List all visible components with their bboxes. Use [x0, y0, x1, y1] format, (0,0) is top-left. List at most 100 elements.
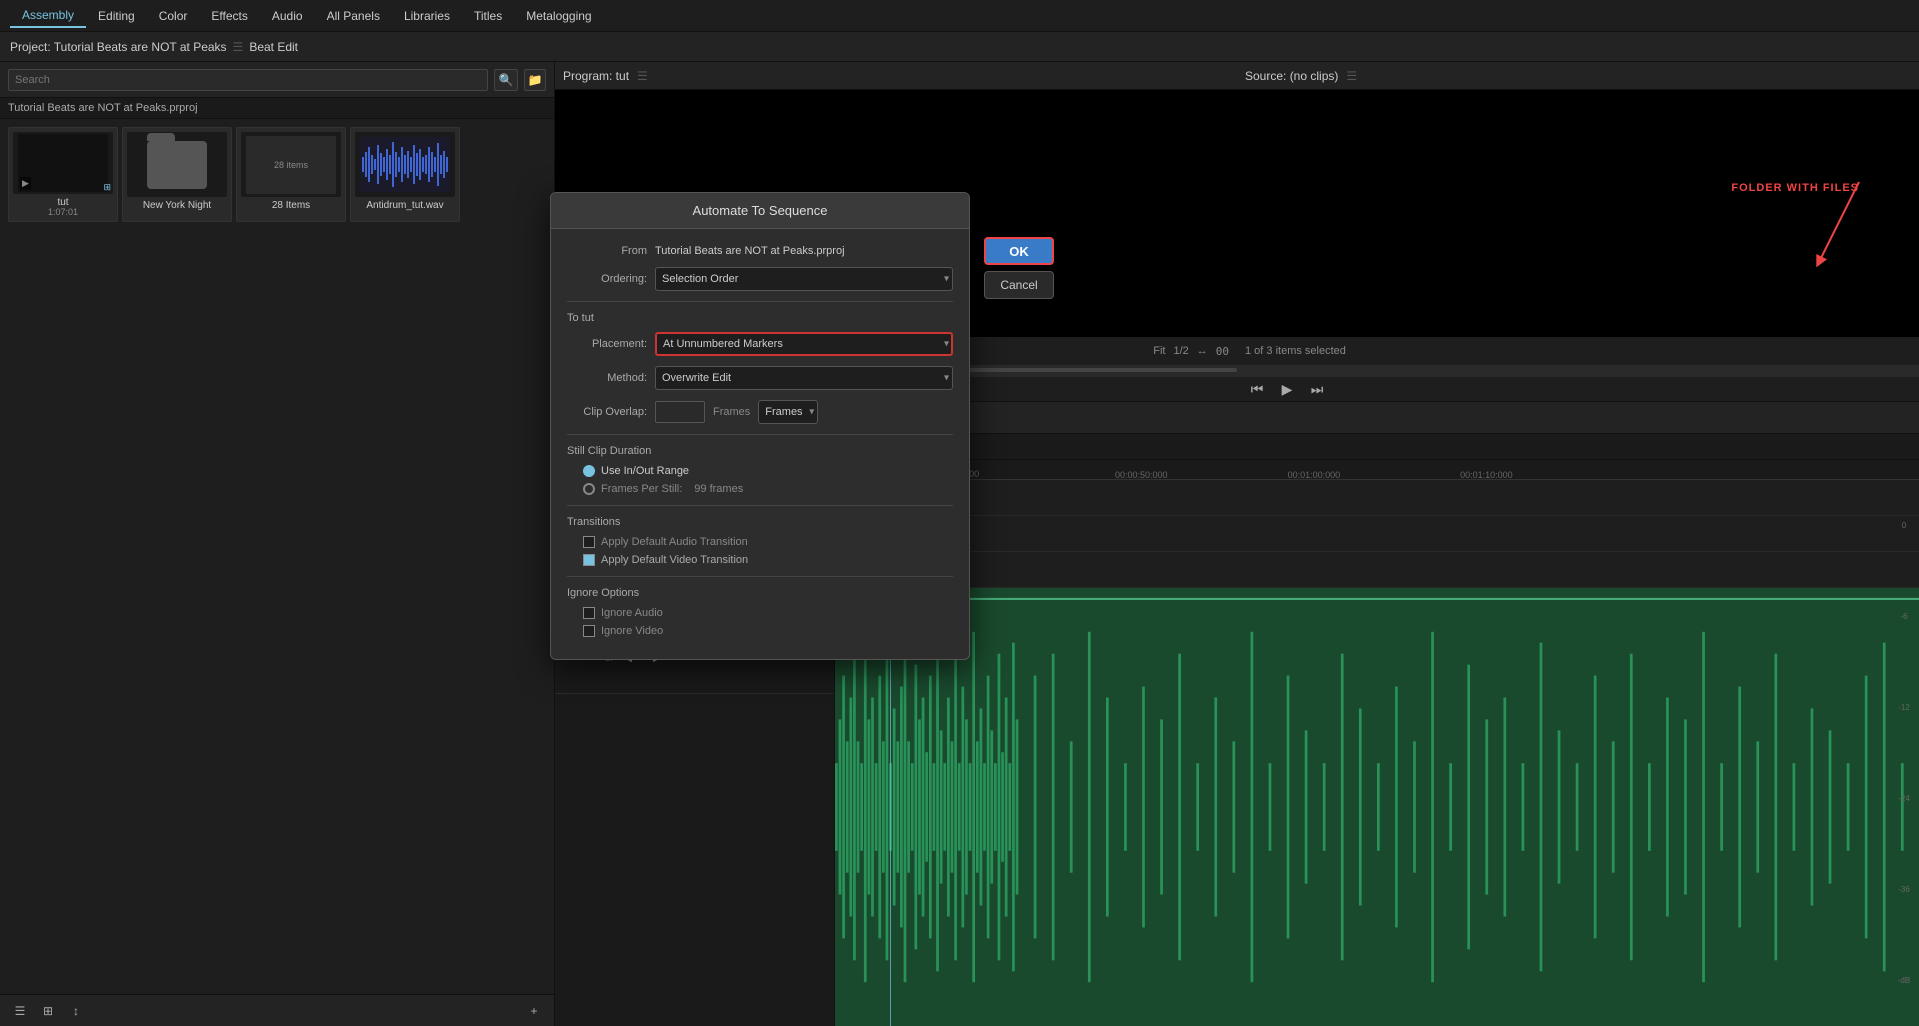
frame-counter: 00 — [1216, 345, 1229, 358]
dialog-divider-3 — [567, 505, 953, 506]
browse-button[interactable]: 📁 — [524, 69, 546, 91]
source-monitor-menu-icon[interactable]: ☰ — [1346, 69, 1357, 83]
method-dropdown[interactable]: Overwrite Edit — [655, 366, 953, 390]
menu-item-metalogging[interactable]: Metalogging — [514, 5, 603, 27]
menu-item-libraries[interactable]: Libraries — [392, 5, 462, 27]
menu-item-color[interactable]: Color — [147, 5, 200, 27]
dialog-placement-row: Placement: At Unnumbered Markers ▾ — [567, 332, 953, 356]
search-input[interactable] — [8, 69, 488, 91]
icon-view-button[interactable]: ⊞ — [36, 1001, 60, 1021]
bin-item-28items-label: 28 Items — [241, 200, 341, 211]
bin-thumb-28items: 28 items — [241, 132, 341, 197]
automate-to-sequence-dialog[interactable]: Automate To Sequence From Tutorial Beats… — [550, 192, 970, 660]
placement-dropdown[interactable]: At Unnumbered Markers — [655, 332, 953, 356]
source-play-controls: ⏮ ▶ ⏭ — [1245, 377, 1329, 401]
program-monitor-title: Program: tut — [563, 69, 629, 83]
bin-item-tut-meta: 1:07:01 — [48, 207, 78, 217]
ignore-video-checkbox[interactable] — [583, 625, 595, 637]
program-monitor-menu-icon[interactable]: ☰ — [637, 69, 648, 83]
source-monitor-screen — [1237, 90, 1919, 337]
list-view-button[interactable]: ☰ — [8, 1001, 32, 1021]
audio-waveform-thumb — [360, 137, 450, 192]
menu-item-assembly[interactable]: Assembly — [10, 4, 86, 28]
radio-in-out-row: Use In/Out Range — [567, 465, 953, 477]
ok-button[interactable]: OK — [984, 237, 1054, 265]
frames-dropdown-wrapper: Frames ▾ — [758, 400, 818, 424]
apply-video-transition-row: Apply Default Video Transition — [567, 554, 953, 566]
source-transport-bar: ⏮ ▶ ⏭ — [1237, 377, 1919, 401]
left-panel-tools: ☰ ⊞ ↕ + — [0, 994, 554, 1026]
expand-icon[interactable]: ↔ — [1197, 345, 1208, 357]
folder-icon — [147, 141, 207, 189]
dialog-placement-label: Placement: — [567, 338, 647, 350]
source-scrubber[interactable] — [1237, 365, 1919, 377]
source-monitor-header: Source: (no clips) ☰ — [1237, 62, 1919, 90]
clip-overlap-input[interactable] — [655, 401, 705, 423]
track-a1-content: × — [835, 588, 1919, 1026]
menu-item-audio[interactable]: Audio — [260, 5, 315, 27]
radio-frames[interactable] — [583, 483, 595, 495]
radio-in-out[interactable] — [583, 465, 595, 477]
src-step-fwd[interactable]: ⏭ — [1305, 377, 1329, 401]
dialog-to-label: To tut — [567, 312, 953, 324]
frames-dropdown[interactable]: Frames — [758, 400, 818, 424]
apply-video-transition-checkbox[interactable] — [583, 554, 595, 566]
src-step-back[interactable]: ⏮ — [1245, 377, 1269, 401]
apply-audio-transition-row: Apply Default Audio Transition — [567, 536, 953, 548]
bin-thumb-folder — [127, 132, 227, 197]
placement-dropdown-wrapper: At Unnumbered Markers ▾ — [655, 332, 953, 356]
bin-item-audio[interactable]: Antidrum_tut.wav — [350, 127, 460, 222]
src-play[interactable]: ▶ — [1275, 377, 1299, 401]
ignore-options-label: Ignore Options — [567, 587, 953, 599]
menu-item-titles[interactable]: Titles — [462, 5, 514, 27]
project-file-label: Tutorial Beats are NOT at Peaks.prproj — [0, 98, 554, 119]
dialog-clip-overlap-label: Clip Overlap: — [567, 406, 647, 418]
search-button[interactable]: 🔍 — [494, 69, 518, 91]
apply-audio-transition-checkbox[interactable] — [583, 536, 595, 548]
bin-item-audio-label: Antidrum_tut.wav — [355, 200, 455, 211]
sort-button[interactable]: ↕ — [64, 1001, 88, 1021]
volume-scale: 0 -6 -12 -24 -36 -dB — [1889, 480, 1919, 1026]
cancel-button[interactable]: Cancel — [984, 271, 1054, 299]
fit-label[interactable]: Fit — [1153, 345, 1165, 357]
bin-item-28-items[interactable]: 28 items 28 Items — [236, 127, 346, 222]
annotation-text: FOLDER WITH FILES — [1731, 182, 1859, 194]
bin-item-tut[interactable]: ▶ ⊞ tut 1:07:01 — [8, 127, 118, 222]
ignore-audio-row: Ignore Audio — [567, 607, 953, 619]
ruler-mark-110: 00:01:10:000 — [1460, 470, 1513, 480]
dialog-divider-1 — [567, 301, 953, 302]
track-v1-content — [835, 552, 1919, 588]
new-bin-button[interactable]: + — [522, 1001, 546, 1021]
ruler-right: 00:00:50:000 00:01:00:000 00:01:10:000 — [1115, 460, 1919, 480]
dialog-clip-overlap-row: Clip Overlap: Frames Frames ▾ — [567, 400, 953, 424]
track-v2-content — [835, 516, 1919, 552]
ignore-audio-label: Ignore Audio — [601, 607, 663, 619]
radio-frames-row: Frames Per Still: 99 frames — [567, 483, 953, 495]
track-v3-content — [835, 480, 1919, 516]
source-monitor-bottom: 1 of 3 items selected — [1237, 337, 1919, 365]
beat-edit-label: Beat Edit — [249, 40, 298, 54]
bin-thumb-tut: ▶ ⊞ — [13, 132, 113, 194]
dialog-buttons: OK Cancel — [984, 237, 1054, 299]
menu-item-editing[interactable]: Editing — [86, 5, 147, 27]
ordering-dropdown[interactable]: Selection Order — [655, 267, 953, 291]
ignore-audio-checkbox[interactable] — [583, 607, 595, 619]
ruler-mark-100: 00:01:00:000 — [1288, 470, 1341, 480]
bin-thumb-audio — [355, 132, 455, 197]
dialog-title: Automate To Sequence — [551, 193, 969, 229]
items-selected: 1 of 3 items selected — [1245, 345, 1346, 357]
dialog-ordering-label: Ordering: — [567, 273, 647, 285]
audio-waveform — [835, 588, 1919, 1026]
menu-item-effects[interactable]: Effects — [199, 5, 259, 27]
radio-frames-label: Frames Per Still: — [601, 483, 682, 495]
still-clip-label: Still Clip Duration — [567, 445, 953, 457]
ruler-mark-50: 00:00:50:000 — [1115, 470, 1168, 480]
project-title: Project: Tutorial Beats are NOT at Peaks — [10, 40, 227, 54]
bin-item-new-york-night[interactable]: New York Night — [122, 127, 232, 222]
left-panel: 🔍 📁 Tutorial Beats are NOT at Peaks.prpr… — [0, 62, 555, 1026]
menu-item-all-panels[interactable]: All Panels — [315, 5, 392, 27]
ratio-label[interactable]: 1/2 — [1173, 345, 1188, 357]
apply-video-transition-label: Apply Default Video Transition — [601, 554, 748, 566]
source-monitor-title: Source: (no clips) — [1245, 69, 1338, 83]
track-area: 00:00000 00:00:10:00000 00:00:50:000 00:… — [835, 460, 1919, 1026]
